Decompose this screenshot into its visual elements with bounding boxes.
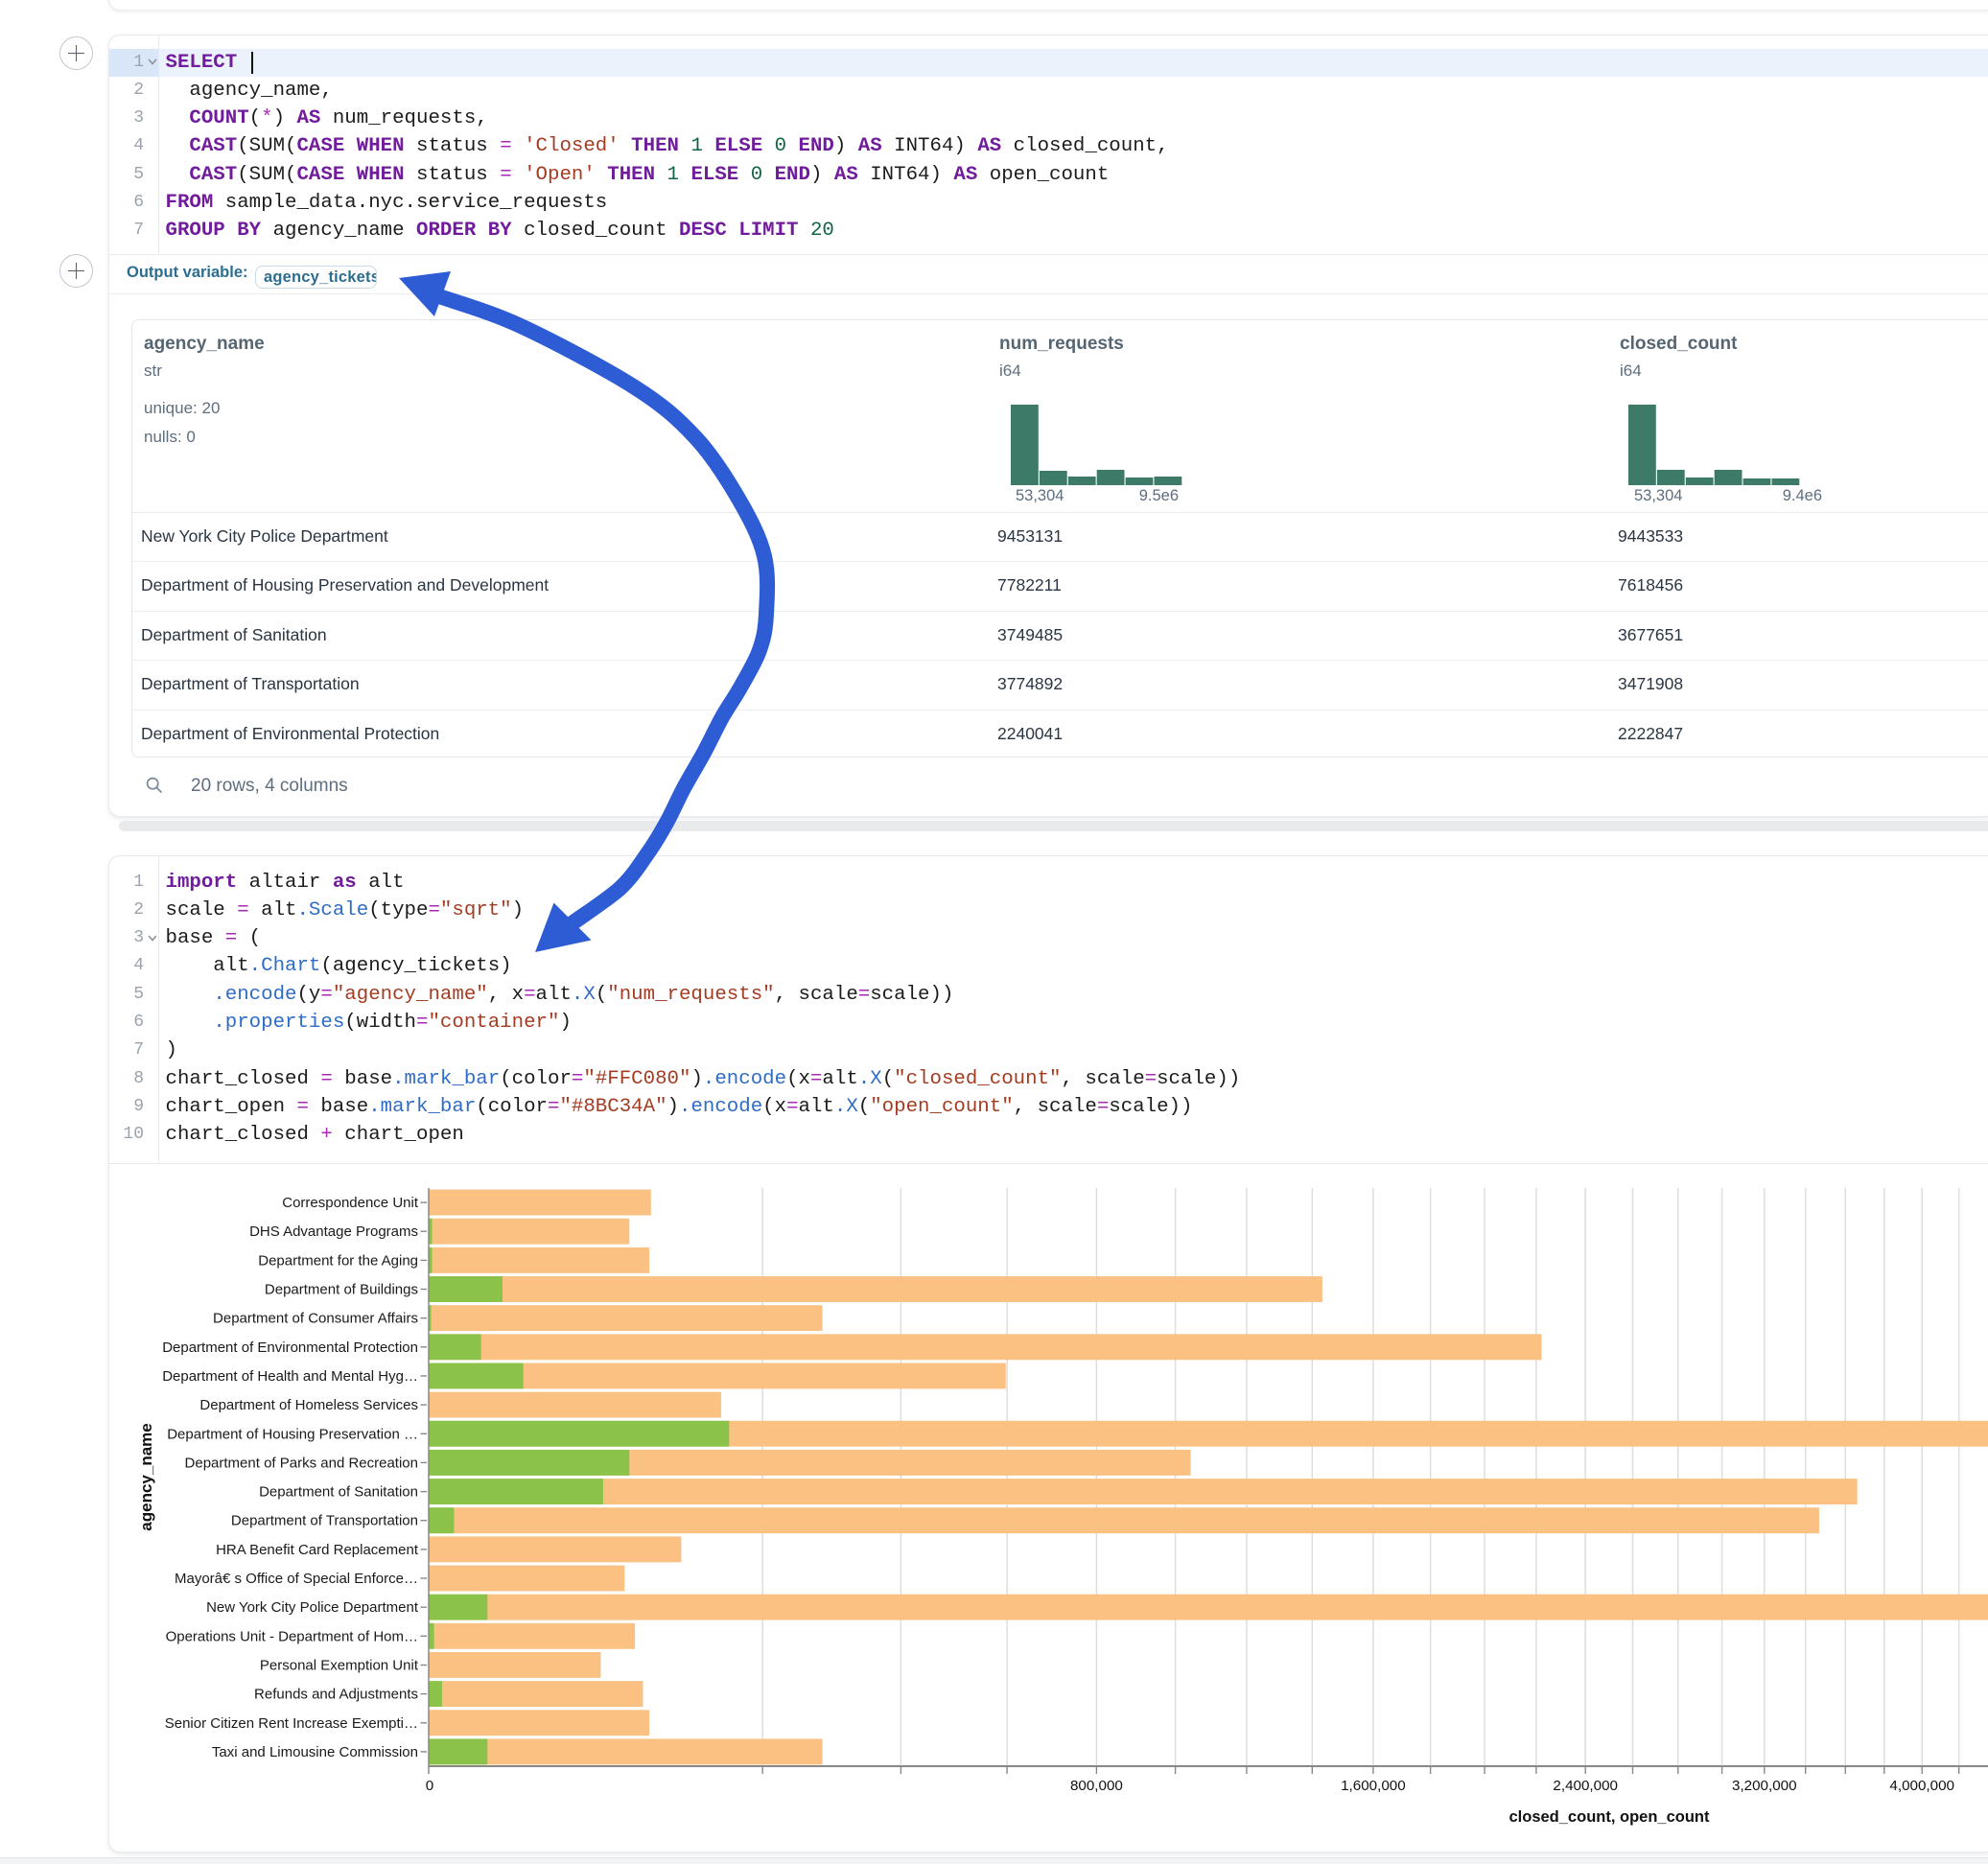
svg-text:Department of Parks and Recrea: Department of Parks and Recreation (185, 1455, 418, 1471)
svg-text:1,600,000: 1,600,000 (1341, 1778, 1406, 1794)
svg-text:Senior Citizen Rent Increase E: Senior Citizen Rent Increase Exempti… (165, 1715, 418, 1732)
svg-text:4,000,000: 4,000,000 (1889, 1778, 1954, 1794)
svg-text:0: 0 (426, 1778, 433, 1794)
svg-text:Correspondence Unit: Correspondence Unit (282, 1195, 419, 1211)
svg-text:agency_name: agency_name (137, 1423, 155, 1530)
svg-text:Department for the Aging: Department for the Aging (258, 1252, 418, 1269)
svg-text:Department of Homeless Service: Department of Homeless Services (199, 1397, 418, 1413)
svg-text:Taxi and Limousine Commission: Taxi and Limousine Commission (212, 1744, 418, 1760)
svg-text:HRA Benefit Card Replacement: HRA Benefit Card Replacement (216, 1542, 419, 1558)
svg-text:3,200,000: 3,200,000 (1732, 1778, 1797, 1794)
svg-text:Department of Housing Preserva: Department of Housing Preservation … (167, 1426, 418, 1442)
svg-text:Personal Exemption Unit: Personal Exemption Unit (260, 1658, 419, 1674)
svg-text:Department of Transportation: Department of Transportation (231, 1513, 418, 1529)
svg-text:Mayorâ€ s Office of Special En: Mayorâ€ s Office of Special Enforce… (175, 1571, 418, 1587)
svg-text:Refunds and Adjustments: Refunds and Adjustments (254, 1687, 418, 1703)
svg-text:New York City Police Departmen: New York City Police Department (206, 1599, 419, 1616)
svg-text:Department of Health and Menta: Department of Health and Mental Hyg… (162, 1368, 418, 1385)
svg-text:Department of Environmental Pr: Department of Environmental Protection (162, 1340, 418, 1356)
svg-text:Department of Buildings: Department of Buildings (265, 1282, 418, 1298)
svg-text:Operations Unit - Department o: Operations Unit - Department of Hom… (166, 1628, 418, 1644)
svg-text:DHS Advantage Programs: DHS Advantage Programs (249, 1223, 418, 1240)
svg-text:Department of Sanitation: Department of Sanitation (259, 1484, 418, 1501)
svg-text:Department of Consumer Affairs: Department of Consumer Affairs (213, 1311, 418, 1327)
svg-text:closed_count, open_count: closed_count, open_count (1509, 1808, 1710, 1826)
svg-text:2,400,000: 2,400,000 (1553, 1778, 1618, 1794)
svg-text:800,000: 800,000 (1070, 1778, 1123, 1794)
